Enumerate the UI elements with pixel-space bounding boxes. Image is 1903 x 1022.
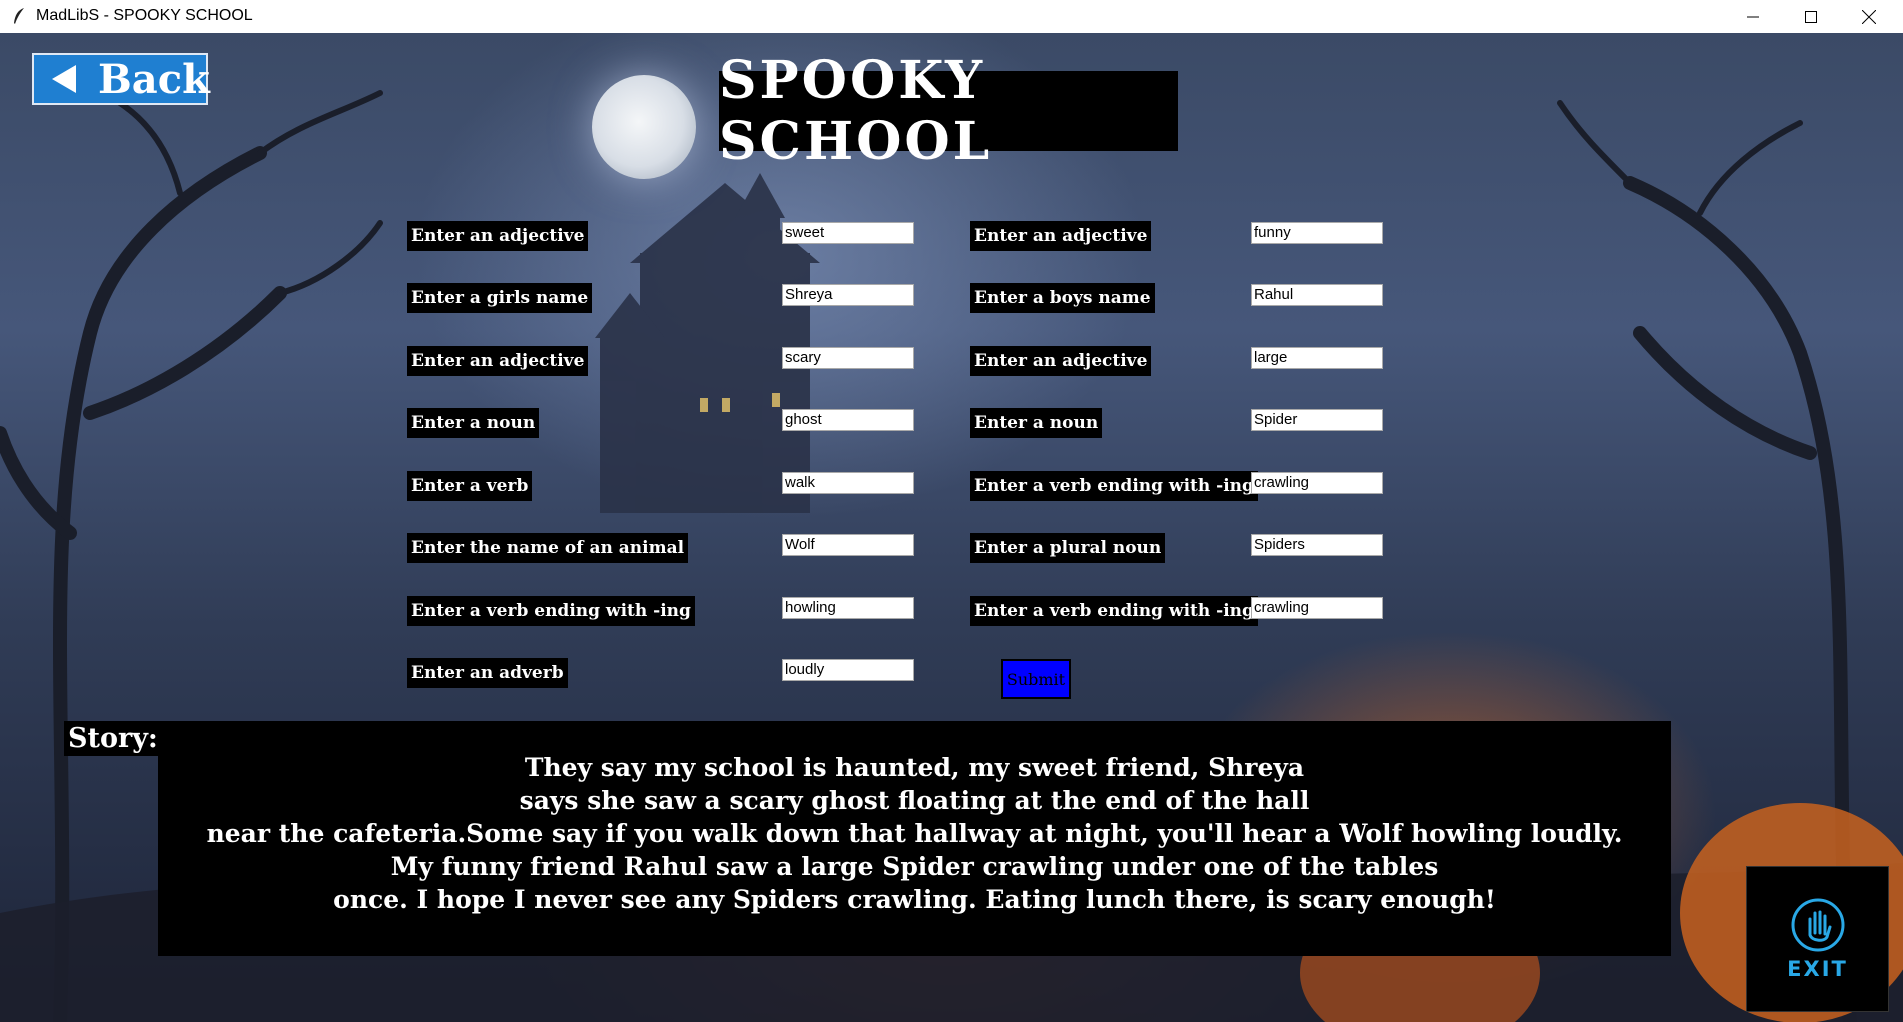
story-line: says she saw a scary ghost floating at t…	[519, 786, 1310, 815]
right-label-6: Enter a plural noun	[970, 533, 1166, 563]
right-label-4: Enter a noun	[970, 408, 1103, 438]
story-line: once. I hope I never see any Spiders cra…	[333, 885, 1496, 914]
maximize-icon	[1805, 10, 1817, 23]
close-icon	[1862, 9, 1876, 24]
back-arrow-icon	[52, 65, 76, 93]
right-label-5: Enter a verb ending with -ing	[970, 471, 1258, 501]
left-label-2: Enter a girls name	[407, 283, 593, 313]
exit-button-label: EXIT	[1787, 957, 1848, 981]
minimize-button[interactable]	[1724, 0, 1782, 33]
right-label-7: Enter a verb ending with -ing	[970, 596, 1258, 626]
story-line: They say my school is haunted, my sweet …	[524, 753, 1305, 782]
page-title: SPOOKY SCHOOL	[719, 50, 1178, 172]
right-input-adjective-2[interactable]: large	[1251, 347, 1383, 369]
left-input-verb-ing[interactable]: howling	[782, 597, 914, 619]
back-button-label: Back	[98, 55, 210, 103]
left-label-6: Enter the name of an animal	[407, 533, 689, 563]
left-input-animal[interactable]: Wolf	[782, 534, 914, 556]
minimize-icon	[1747, 16, 1759, 17]
story-label: Story:	[64, 721, 162, 756]
left-label-7: Enter a verb ending with -ing	[407, 596, 695, 626]
window-title: MadLibS - SPOOKY SCHOOL	[36, 7, 253, 24]
moon-image	[592, 75, 696, 179]
left-input-adjective-1[interactable]: sweet	[782, 222, 914, 244]
app-canvas: Back SPOOKY SCHOOL Enter an adjective En…	[0, 33, 1903, 1022]
left-label-8: Enter an adverb	[407, 658, 568, 688]
left-input-adjective-2[interactable]: scary	[782, 347, 914, 369]
hand-icon	[1791, 898, 1844, 952]
submit-button[interactable]: Submit	[1001, 659, 1071, 699]
story-line: My funny friend Rahul saw a large Spider…	[390, 852, 1439, 881]
story-line: near the cafeteria.Some say if you walk …	[206, 819, 1623, 848]
back-button[interactable]: Back	[32, 53, 210, 105]
feather-icon	[14, 8, 24, 24]
right-input-verb-ing-2[interactable]: crawling	[1251, 597, 1383, 619]
story-text-box: They say my school is haunted, my sweet …	[158, 721, 1671, 956]
right-label-2: Enter a boys name	[970, 283, 1155, 313]
left-label-5: Enter a verb	[407, 471, 533, 501]
left-label-4: Enter a noun	[407, 408, 540, 438]
exit-button[interactable]: EXIT	[1746, 866, 1889, 1012]
right-label-1: Enter an adjective	[970, 221, 1152, 251]
maximize-button[interactable]	[1782, 0, 1840, 33]
right-label-3: Enter an adjective	[970, 346, 1152, 376]
left-label-3: Enter an adjective	[407, 346, 589, 376]
close-button[interactable]	[1840, 0, 1898, 33]
window-titlebar: MadLibS - SPOOKY SCHOOL	[0, 0, 1903, 33]
left-input-adverb[interactable]: loudly	[782, 659, 914, 681]
left-input-girls-name[interactable]: Shreya	[782, 284, 914, 306]
right-input-adjective-1[interactable]: funny	[1251, 222, 1383, 244]
left-label-1: Enter an adjective	[407, 221, 589, 251]
right-input-verb-ing-1[interactable]: crawling	[1251, 472, 1383, 494]
right-input-plural-noun[interactable]: Spiders	[1251, 534, 1383, 556]
right-input-boys-name[interactable]: Rahul	[1251, 284, 1383, 306]
right-input-noun[interactable]: Spider	[1251, 409, 1383, 431]
left-input-verb[interactable]: walk	[782, 472, 914, 494]
left-input-noun[interactable]: ghost	[782, 409, 914, 431]
